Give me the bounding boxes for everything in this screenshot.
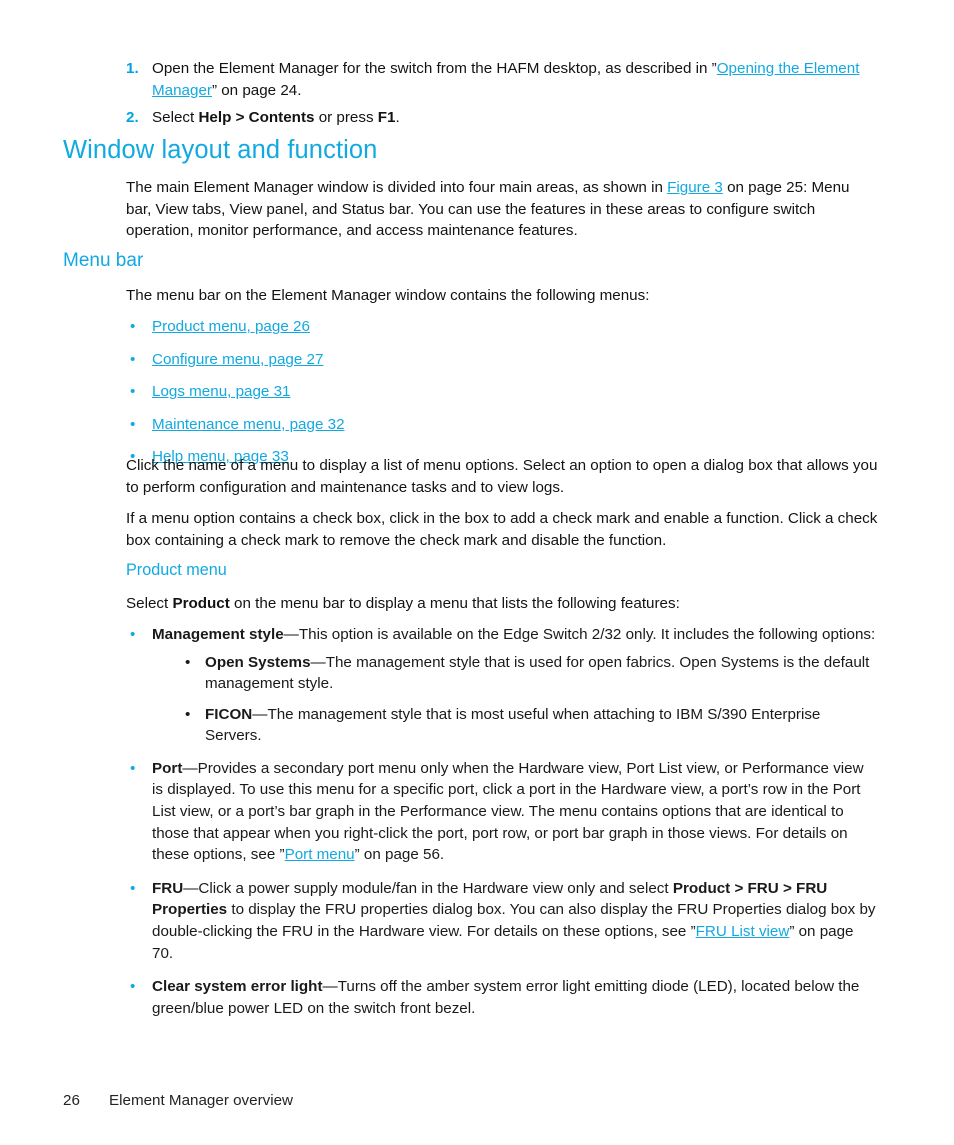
procedure-step-2: 2. Select Help > Contents or press F1.	[126, 107, 878, 129]
list-item-ficon: • FICON—The management style that is mos…	[183, 704, 878, 747]
step-2-menu-path: Help > Contents	[198, 109, 315, 127]
list-item-clear-system-error-light: • Clear system error light—Turns off the…	[126, 976, 878, 1019]
link-fru-list-view[interactable]: FRU List view	[696, 923, 790, 940]
heading-menu-bar: Menu bar	[63, 250, 144, 271]
desc-port-post: ” on page 56.	[354, 846, 445, 864]
list-item: • Configure menu, page 27	[126, 349, 878, 371]
bullet-icon: •	[130, 879, 136, 897]
term-management-style: Management style	[152, 626, 284, 643]
bullet-icon: •	[130, 978, 136, 996]
list-item-fru: • FRU—Click a power supply module/fan in…	[126, 878, 878, 964]
step-2-post: .	[395, 109, 400, 127]
heading-product-menu: Product menu	[126, 561, 227, 579]
bullet-icon: •	[130, 759, 136, 777]
product-menu-features-list: • Management style—This option is availa…	[126, 624, 878, 1019]
term-ficon: FICON	[205, 705, 253, 723]
step-2-pre: Select	[152, 109, 199, 127]
desc-ficon: —The management style that is most usefu…	[205, 705, 821, 745]
bullet-icon: •	[130, 626, 136, 643]
link-configure-menu[interactable]: Configure menu, page 27	[152, 351, 323, 368]
product-menu-intro-post: on the menu bar to display a menu that l…	[229, 595, 680, 612]
link-logs-menu[interactable]: Logs menu, page 31	[152, 383, 290, 400]
menu-bar-intro-paragraph: The menu bar on the Element Manager wind…	[126, 287, 650, 304]
bullet-icon: •	[130, 415, 136, 433]
step-2-text: Select Help > Contents or press F1.	[152, 109, 400, 126]
step-2-mid: or press	[314, 109, 378, 127]
step-marker-1: 1.	[126, 60, 139, 77]
list-item: • Product menu, page 26	[126, 316, 878, 338]
procedure-step-1: 1. Open the Element Manager for the swit…	[126, 58, 878, 101]
step-2-key: F1	[377, 109, 396, 127]
desc-management-style: —This option is available on the Edge Sw…	[283, 626, 876, 643]
link-figure-3[interactable]: Figure 3	[667, 179, 723, 196]
window-layout-intro-paragraph: The main Element Manager window is divid…	[126, 177, 878, 242]
bullet-icon: •	[130, 350, 136, 368]
product-menu-bold: Product	[172, 595, 230, 612]
footer-chapter-title: Element Manager overview	[109, 1092, 294, 1109]
term-port: Port	[152, 759, 183, 777]
term-clear-system-error-light: Clear system error light	[152, 978, 323, 996]
bullet-icon: •	[130, 318, 136, 335]
list-item: • Maintenance menu, page 32	[126, 414, 878, 436]
management-style-sub-list: • Open Systems —The management style that…	[183, 652, 878, 747]
page-footer: 26 Element Manager overview	[63, 1092, 293, 1109]
bullet-icon: •	[130, 383, 136, 401]
list-item-open-systems: • Open Systems—The management style that…	[183, 652, 878, 695]
footer-page-number: 26	[63, 1092, 80, 1109]
link-maintenance-menu[interactable]: Maintenance menu, page 32	[152, 416, 345, 433]
step-marker-2: 2.	[126, 109, 139, 127]
page-title: Window layout and function	[63, 136, 378, 164]
list-item: • Logs menu, page 31	[126, 381, 878, 403]
menu-click-paragraph: Click the name of a menu to display a li…	[126, 457, 878, 496]
link-product-menu[interactable]: Product menu, page 26	[152, 318, 310, 335]
document-page: 1. Open the Element Manager for the swit…	[0, 0, 954, 1145]
menu-links-list: • Product menu, page 26 • Configure menu…	[126, 316, 878, 468]
window-layout-intro-pre: The main Element Manager window is divid…	[126, 179, 668, 196]
desc-fru-pre: —Click a power supply module/fan in the …	[183, 879, 673, 897]
list-item-management-style: • Management style—This option is availa…	[126, 624, 878, 747]
procedure-list: 1. Open the Element Manager for the swit…	[126, 58, 878, 135]
step-1-pre: Open the Element Manager for the switch …	[152, 60, 717, 77]
bullet-icon: •	[185, 653, 191, 671]
product-menu-intro-paragraph: Select Product on the menu bar to displa…	[126, 593, 878, 615]
step-1-post: ” on page 24.	[211, 81, 302, 99]
term-open-systems: Open Systems	[205, 653, 311, 671]
desc-port-pre: —Provides a secondary port menu only whe…	[152, 759, 864, 864]
product-menu-intro-pre: Select	[126, 595, 173, 612]
link-port-menu[interactable]: Port menu	[285, 846, 355, 863]
term-fru: FRU	[152, 879, 184, 897]
step-1-text: Open the Element Manager for the switch …	[152, 60, 859, 99]
menu-checkbox-paragraph: If a menu option contains a check box, c…	[126, 510, 878, 549]
bullet-icon: •	[185, 705, 191, 723]
list-item-port: • Port—Provides a secondary port menu on…	[126, 758, 878, 866]
